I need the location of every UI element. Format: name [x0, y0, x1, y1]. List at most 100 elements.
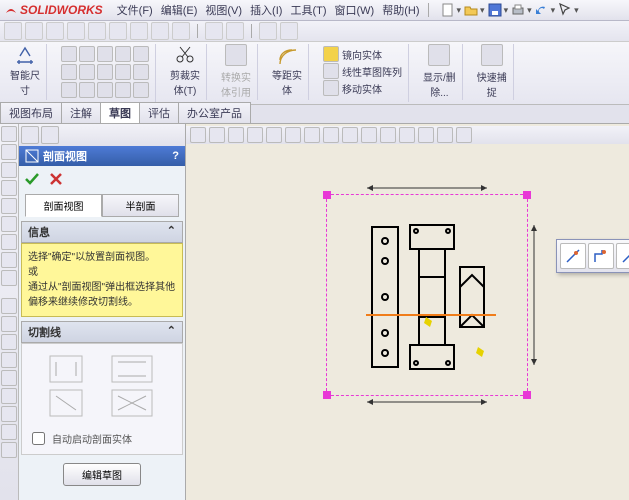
popup-offset-arc[interactable]	[616, 243, 629, 269]
ct-icon[interactable]	[380, 127, 396, 143]
lt-icon[interactable]	[1, 370, 17, 386]
ct-icon[interactable]	[361, 127, 377, 143]
subtab-half-section[interactable]: 半剖面	[102, 194, 179, 217]
slot-tool[interactable]	[61, 64, 77, 80]
spline-tool[interactable]	[115, 46, 131, 62]
menu-view[interactable]: 视图(V)	[205, 2, 242, 18]
ct-icon[interactable]	[304, 127, 320, 143]
ct-icon[interactable]	[266, 127, 282, 143]
text-tool[interactable]	[61, 82, 77, 98]
panel-help[interactable]: ?	[172, 150, 179, 162]
arc-tool[interactable]	[97, 46, 113, 62]
tb-icon[interactable]	[109, 22, 127, 40]
tb-icon[interactable]	[205, 22, 223, 40]
tb-icon[interactable]	[151, 22, 169, 40]
tab-annotation[interactable]: 注解	[61, 102, 101, 123]
tb-icon[interactable]	[172, 22, 190, 40]
auto-start-checkbox[interactable]: 自动启动剖面实体	[28, 429, 176, 448]
poly-tool[interactable]	[79, 64, 95, 80]
ct-icon[interactable]	[285, 127, 301, 143]
ribbon-offset[interactable]: 等距实 体	[266, 44, 309, 100]
lt-icon[interactable]	[1, 126, 17, 142]
line-tool[interactable]	[61, 46, 77, 62]
lt-icon[interactable]	[1, 424, 17, 440]
menu-edit[interactable]: 编辑(E)	[161, 2, 198, 18]
lt-icon[interactable]	[1, 252, 17, 268]
lt-icon[interactable]	[1, 442, 17, 458]
ct-icon[interactable]	[209, 127, 225, 143]
tb-cursor-icon[interactable]	[259, 22, 277, 40]
lt-icon[interactable]	[1, 316, 17, 332]
lt-icon[interactable]	[1, 234, 17, 250]
menu-file[interactable]: 文件(F)	[117, 2, 153, 18]
open-button[interactable]: ▾	[463, 2, 485, 18]
ct-icon[interactable]	[190, 127, 206, 143]
ct-icon[interactable]	[418, 127, 434, 143]
lt-icon[interactable]	[1, 270, 17, 286]
ribbon-move[interactable]: 移动实体	[323, 80, 402, 96]
tb-icon[interactable]	[4, 22, 22, 40]
ribbon-smart-dimension[interactable]: 智能尺 寸	[4, 44, 47, 100]
cutline-options-icon[interactable]	[42, 350, 162, 420]
menu-window[interactable]: 窗口(W)	[335, 2, 375, 18]
ribbon-trim[interactable]: 剪裁实 体(T)	[164, 44, 207, 100]
print-button[interactable]: ▾	[510, 2, 532, 18]
tb-icon[interactable]	[226, 22, 244, 40]
tab-office[interactable]: 办公室产品	[178, 102, 251, 123]
edit-sketch-button[interactable]: 编辑草图	[63, 463, 141, 486]
lt-icon[interactable]	[1, 334, 17, 350]
tab-evaluate[interactable]: 评估	[139, 102, 179, 123]
lt-icon[interactable]	[1, 162, 17, 178]
new-button[interactable]: ▾	[440, 2, 462, 18]
ct-icon[interactable]	[247, 127, 263, 143]
tb-icon[interactable]	[280, 22, 298, 40]
tb-icon[interactable]	[25, 22, 43, 40]
menu-insert[interactable]: 插入(I)	[250, 2, 282, 18]
lt-icon[interactable]	[1, 144, 17, 160]
ribbon-mirror[interactable]: 镜向实体	[323, 46, 402, 62]
rect-tool[interactable]	[133, 46, 149, 62]
ribbon-linear-pattern[interactable]: 线性草图阵列	[323, 63, 402, 79]
graphics-area[interactable]	[186, 124, 629, 500]
info-header[interactable]: 信息⌃	[21, 221, 183, 243]
ct-icon[interactable]	[323, 127, 339, 143]
plane-tool[interactable]	[79, 82, 95, 98]
save-button[interactable]: ▾	[487, 2, 509, 18]
undo-button[interactable]: ▾	[534, 2, 556, 18]
lt-icon[interactable]	[1, 388, 17, 404]
lt-icon[interactable]	[1, 180, 17, 196]
select-button[interactable]: ▾	[557, 2, 579, 18]
tab-sketch[interactable]: 草图	[100, 102, 140, 123]
lt-icon[interactable]	[1, 406, 17, 422]
panel-tab-property[interactable]	[41, 126, 59, 144]
panel-tab-feature-tree[interactable]	[21, 126, 39, 144]
lt-icon[interactable]	[1, 198, 17, 214]
ct-icon[interactable]	[399, 127, 415, 143]
ribbon-convert[interactable]: 转换实 体引用	[215, 44, 258, 100]
cutline-header[interactable]: 切割线⌃	[21, 321, 183, 343]
point-tool[interactable]	[133, 64, 149, 80]
popup-offset-aligned[interactable]	[588, 243, 614, 269]
ellipse-tool[interactable]	[97, 64, 113, 80]
lt-icon[interactable]	[1, 298, 17, 314]
tab-view-layout[interactable]: 视图布局	[0, 102, 62, 123]
menu-tools[interactable]: 工具(T)	[290, 2, 326, 18]
popup-offset-single[interactable]	[560, 243, 586, 269]
tb-icon[interactable]	[130, 22, 148, 40]
ct-icon[interactable]	[437, 127, 453, 143]
ct-icon[interactable]	[228, 127, 244, 143]
tb-icon[interactable]	[88, 22, 106, 40]
fillet-tool[interactable]	[115, 64, 131, 80]
tb-icon[interactable]	[46, 22, 64, 40]
circle-tool[interactable]	[79, 46, 95, 62]
subtab-section[interactable]: 剖面视图	[25, 194, 102, 217]
lt-icon[interactable]	[1, 352, 17, 368]
ribbon-quick-snap[interactable]: 快速捕 捉	[471, 44, 514, 100]
lt-icon[interactable]	[1, 216, 17, 232]
ribbon-show-hide[interactable]: 显示/删 除...	[417, 44, 463, 100]
ct-icon[interactable]	[456, 127, 472, 143]
cancel-icon[interactable]	[47, 170, 65, 188]
ct-icon[interactable]	[342, 127, 358, 143]
ok-icon[interactable]	[23, 170, 41, 188]
menu-help[interactable]: 帮助(H)	[382, 2, 419, 18]
